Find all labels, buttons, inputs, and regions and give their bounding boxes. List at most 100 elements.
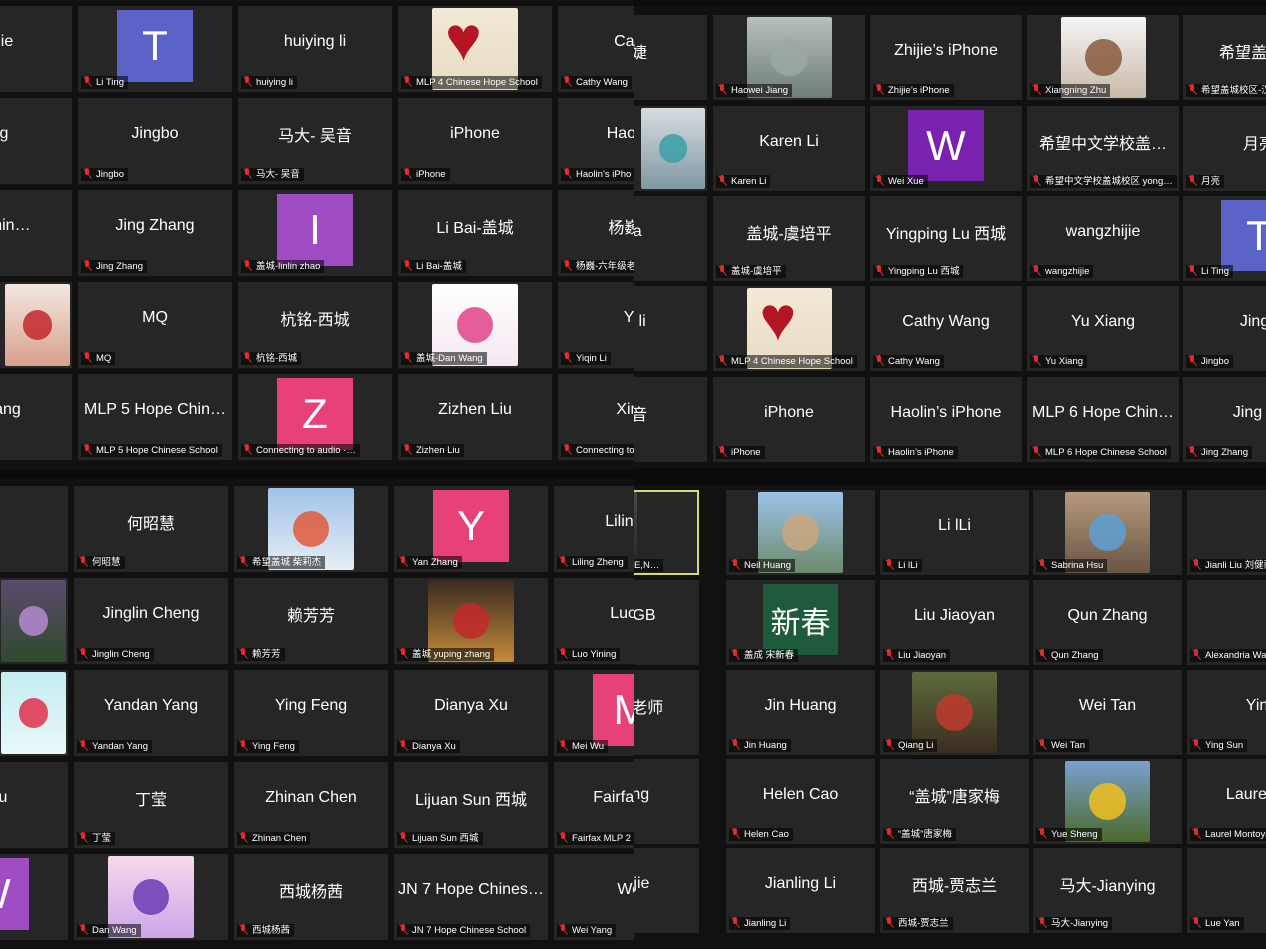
participant-tile[interactable]: Lue Yan	[1187, 848, 1266, 933]
participant-tile[interactable]: 赖芳芳 赖芳芳	[234, 578, 388, 664]
participant-tile[interactable]	[0, 670, 68, 756]
participant-tile[interactable]: MLP 5 Hope Chin… MLP 5 Hope Chinese Schoo…	[78, 374, 232, 460]
participant-tile[interactable]: 盖城-虞培平 盖城-虞培平	[713, 196, 865, 281]
participant-tile[interactable]: 希望盖城 柴莉杰	[234, 486, 388, 572]
participant-tile[interactable]: Laurel Mo Laurel Montoya	[1187, 759, 1266, 844]
participant-tile[interactable]: 马大- 吴音 马大- 吴音	[238, 98, 392, 184]
participant-tile[interactable]: g zhijie	[634, 848, 699, 933]
participant-tile[interactable]	[0, 282, 72, 368]
participant-tile[interactable]: T Li Ting	[1183, 196, 1266, 281]
participant-tile[interactable]: hia	[634, 196, 707, 281]
participant-tile[interactable]: 张婕	[634, 15, 707, 100]
participant-tile[interactable]: ng li	[634, 286, 707, 371]
participant-tile[interactable]: n Yang	[634, 759, 699, 844]
participant-tile[interactable]: Y Yan Zhang	[394, 486, 548, 572]
participant-tile[interactable]: JN 7 Hope Chines… JN 7 Hope Chinese Schoo…	[394, 854, 548, 940]
participant-tile[interactable]: 吴音	[634, 377, 707, 462]
participant-tile[interactable]: 盖城-Dan Wang	[398, 282, 552, 368]
participant-tile[interactable]: Ying Feng Ying Feng	[234, 670, 388, 756]
participant-tile[interactable]: Liling Z Liling Zheng	[554, 486, 634, 572]
participant-tile[interactable]: Wei Wei Yang	[554, 854, 634, 940]
participant-tile[interactable]: W Wei Xue	[870, 106, 1022, 191]
participant-tile[interactable]: Zhijie’s iPhone Zhijie’s iPhone	[870, 15, 1022, 100]
participant-tile[interactable]: 马大-Jianying 马大-Jianying	[1033, 848, 1182, 933]
participant-tile[interactable]: Xingr Connecting to a	[558, 374, 634, 460]
participant-tile[interactable]: n wang	[0, 374, 72, 460]
participant-tile[interactable]: Dan Wang	[74, 854, 228, 940]
participant-tile[interactable]: Cathy Cathy Wang	[558, 6, 634, 92]
participant-tile[interactable]: 杨巍-六杨巍-六年级老	[558, 190, 634, 276]
participant-tile[interactable]: Zizhen Liu Zizhen Liu	[398, 374, 552, 460]
participant-tile[interactable]: Cathy Wang Cathy Wang	[870, 286, 1022, 371]
participant-tile[interactable]: W	[0, 486, 68, 572]
participant-tile[interactable]: 西城杨茜 西城杨茜	[234, 854, 388, 940]
participant-tile[interactable]: Jinglin Cheng Jinglin Cheng	[74, 578, 228, 664]
participant-tile[interactable]: MQ MQ	[78, 282, 232, 368]
participant-tile[interactable]: zhijie	[0, 6, 72, 92]
participant-tile[interactable]	[634, 106, 707, 191]
participant-tile[interactable]: Liu Jiaoyan Liu Jiaoyan	[880, 580, 1029, 665]
participant-tile[interactable]: Haolin’s iPhone Haolin’s iPhone	[870, 377, 1022, 462]
participant-tile[interactable]: Jing Zh Jing Zhang	[1183, 377, 1266, 462]
participant-tile[interactable]: 希望盖城校希望盖城校区-汉	[1183, 15, 1266, 100]
participant-tile[interactable]: 希望中文学校盖… 希望中文学校盖城校区 yong…	[1027, 106, 1179, 191]
participant-tile[interactable]: pe Chin…hinese School	[0, 190, 72, 276]
participant-tile[interactable]	[0, 578, 68, 664]
participant-tile[interactable]: Haowei Jiang	[713, 15, 865, 100]
participant-tile[interactable]: Karen Li Karen Li	[713, 106, 865, 191]
participant-tile[interactable]: Wei Tan Wei Tan	[1033, 670, 1182, 755]
participant-tile[interactable]: Yandan Yang Yandan Yang	[74, 670, 228, 756]
participant-tile[interactable]: Luo Y Luo Yining	[554, 578, 634, 664]
participant-tile[interactable]: Z Connecting to audio ·…	[238, 374, 392, 460]
participant-tile[interactable]: Yingping Lu 西城 Yingping Lu 西城	[870, 196, 1022, 281]
participant-tile[interactable]: Yiq Yiqin Li	[558, 282, 634, 368]
participant-tile[interactable]: Alexandria War	[1187, 580, 1266, 665]
participant-tile[interactable]: 丁莹 丁莹	[74, 762, 228, 848]
participant-tile[interactable]: Li lLi Li lLi	[880, 490, 1029, 575]
participant-tile[interactable]: Dianya Xu Dianya Xu	[394, 670, 548, 756]
participant-tile[interactable]: 9 年级老师级老师	[634, 670, 699, 755]
participant-tile[interactable]: huiying li huiying li	[238, 6, 392, 92]
participant-tile[interactable]: “盖城”唐家梅 “盖城”唐家梅	[880, 759, 1029, 844]
participant-tile[interactable]: Jingb Jingbo	[1183, 286, 1266, 371]
participant-tile[interactable]: T Li Ting	[78, 6, 232, 92]
participant-tile[interactable]: Jin Huang Jin Huang	[726, 670, 875, 755]
participant-tile[interactable]: Jianli Liu 刘健丽	[1187, 490, 1266, 575]
participant-tile[interactable]: Qiang Li	[880, 670, 1029, 755]
participant-tile[interactable]: 新春 盖成 宋新春	[726, 580, 875, 665]
participant-tile[interactable]: 盖城 yuping zhang	[394, 578, 548, 664]
participant-tile[interactable]: Yue Sheng	[1033, 759, 1182, 844]
participant-tile[interactable]: M Mei Wu	[554, 670, 634, 756]
participant-tile[interactable]: HCS-GBS-GB	[634, 580, 699, 665]
participant-tile[interactable]: Sabrina Hsu	[1033, 490, 1182, 575]
participant-tile[interactable]: Lijuan Sun 西城 Lijuan Sun 西城	[394, 762, 548, 848]
participant-tile[interactable]: Zhinan Chen Zhinan Chen	[234, 762, 388, 848]
participant-tile[interactable]: ♥ MLP 4 Chinese Hope School	[713, 286, 865, 371]
participant-tile[interactable]: W	[0, 854, 68, 940]
participant-tile[interactable]: ♥ MLP 4 Chinese Hope School	[398, 6, 552, 92]
participant-tile[interactable]: 月亮月亮	[1183, 106, 1266, 191]
participant-tile[interactable]: Xiangning Zhu	[1027, 15, 1179, 100]
participant-tile[interactable]: Neil Huang	[726, 490, 875, 575]
participant-tile[interactable]: Helen Cao Helen Cao	[726, 759, 875, 844]
participant-tile[interactable]: Jingbo Jingbo	[78, 98, 232, 184]
participant-tile[interactable]: wangzhijie wangzhijie	[1027, 196, 1179, 281]
participant-tile[interactable]: Haolin’s Haolin’s iPho	[558, 98, 634, 184]
participant-tile[interactable]: MLP 6 Hope Chin… MLP 6 Hope Chinese Schoo…	[1027, 377, 1179, 462]
participant-tile[interactable]: Fairfax ML Fairfax MLP 2	[554, 762, 634, 848]
participant-tile[interactable]: Qun Zhang Qun Zhang	[1033, 580, 1182, 665]
participant-tile[interactable]: Jianling Li Jianling Li	[726, 848, 875, 933]
participant-tile[interactable]: Yu Xiang Yu Xiang	[1027, 286, 1179, 371]
participant-tile[interactable]: g Xu	[0, 762, 68, 848]
participant-tile[interactable]: ang	[0, 98, 72, 184]
participant-tile[interactable]: I 盖城-linlin zhao	[238, 190, 392, 276]
participant-tile[interactable]: 杭铭-西城 杭铭-西城	[238, 282, 392, 368]
participant-tile[interactable]: 何昭慧 何昭慧	[74, 486, 228, 572]
participant-tile[interactable]: iPhone iPhone	[713, 377, 865, 462]
participant-tile[interactable]: Jing Zhang Jing Zhang	[78, 190, 232, 276]
participant-tile[interactable]: iPhone iPhone	[398, 98, 552, 184]
participant-tile[interactable]: Ying Ying Sun	[1187, 670, 1266, 755]
participant-tile[interactable]: Li Bai-盖城 Li Bai-盖城	[398, 190, 552, 276]
participant-tile[interactable]: 国际教育学院SIE,N…	[634, 490, 699, 575]
participant-tile[interactable]: 西城-贾志兰 西城-贾志兰	[880, 848, 1029, 933]
